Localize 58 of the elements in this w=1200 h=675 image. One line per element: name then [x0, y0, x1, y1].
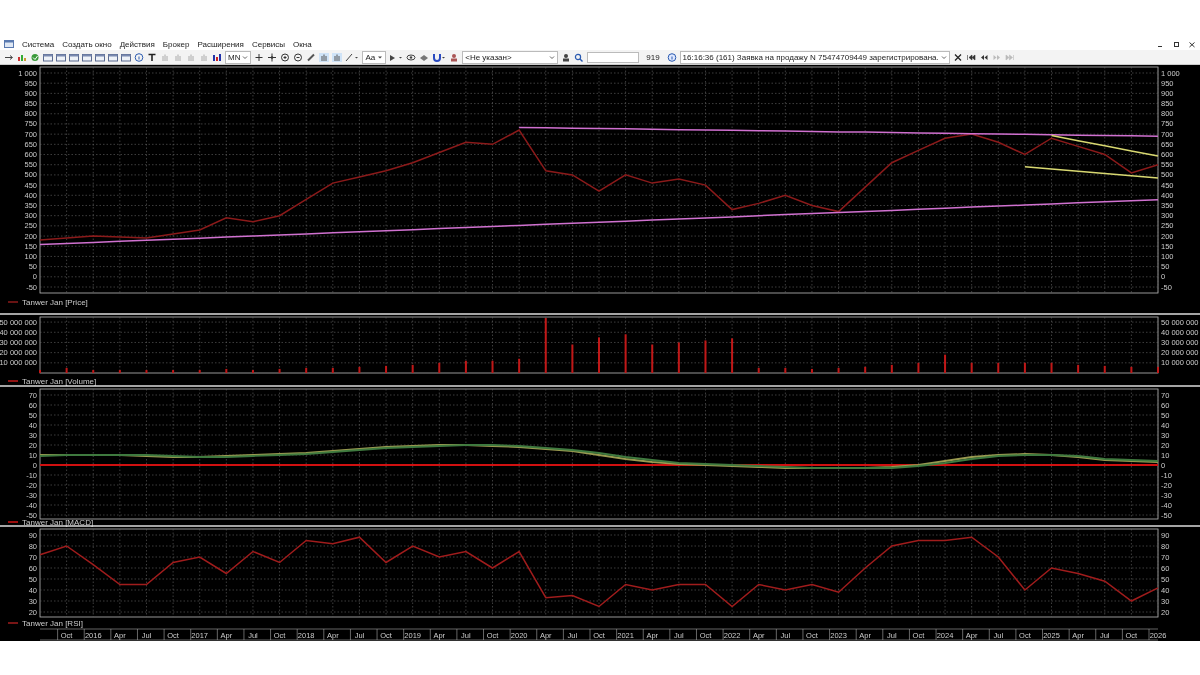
window-icon[interactable]: [43, 52, 53, 62]
interval-dropdown[interactable]: MN: [225, 50, 252, 64]
eye-icon[interactable]: [406, 52, 417, 62]
window-icon[interactable]: [108, 52, 118, 62]
menu-item[interactable]: Брокер: [162, 38, 190, 50]
caret-icon: [549, 54, 556, 60]
panel-title: Tanwer Jan [RSI]: [22, 619, 83, 628]
panel-title: Tanwer Jan [Price]: [22, 298, 88, 307]
caret-icon: [940, 54, 947, 60]
zoom-out-icon[interactable]: [293, 52, 304, 62]
person-icon[interactable]: [561, 52, 572, 62]
window-icon[interactable]: [121, 52, 131, 62]
fill-icon[interactable]: [389, 52, 404, 62]
search-field[interactable]: [587, 51, 640, 63]
close-button[interactable]: [1188, 40, 1196, 48]
chart-icon[interactable]: [17, 52, 27, 62]
window-icon[interactable]: [82, 52, 92, 62]
panel-title: Tanwer Jan [MACD]: [22, 518, 94, 527]
panel-title: Tanwer Jan [Volume]: [22, 377, 97, 386]
crosshair-icon[interactable]: [254, 52, 265, 62]
menu-item[interactable]: Создать окно: [62, 38, 112, 50]
layers-icon[interactable]: [419, 52, 430, 62]
menu-item[interactable]: Сервисы: [251, 38, 286, 50]
legend-line-icon: [7, 622, 19, 624]
account-dropdown[interactable]: <Не указан>: [462, 50, 559, 64]
info-icon: [666, 52, 677, 62]
close-icon[interactable]: [952, 52, 963, 62]
menu-item[interactable]: Окна: [293, 38, 312, 50]
info-icon[interactable]: [134, 52, 144, 62]
legend-line-icon: [7, 380, 19, 382]
previous-icon[interactable]: [978, 52, 989, 62]
menu-item[interactable]: Система: [22, 38, 55, 50]
menu-item[interactable]: Действия: [119, 38, 155, 50]
caret-icon: [242, 54, 249, 60]
text-icon[interactable]: [147, 52, 157, 62]
message-dropdown[interactable]: 16:16:36 (161) Заявка на продажу N 75474709449 зарегистрирована.: [679, 50, 950, 64]
ruler-icon[interactable]: [306, 52, 317, 62]
caret-icon: [377, 54, 384, 60]
legend-line-icon: [7, 521, 19, 523]
bar-chart-icon[interactable]: [212, 52, 222, 62]
window-icon[interactable]: [95, 52, 105, 62]
menu-item[interactable]: Расширения: [197, 38, 244, 50]
zoom-in-icon[interactable]: [280, 52, 291, 62]
line-tool-icon[interactable]: [345, 52, 360, 62]
font-dropdown[interactable]: Aa: [362, 50, 387, 64]
search-icon[interactable]: [574, 52, 585, 62]
message-counter: 919: [645, 51, 661, 63]
window-icon[interactable]: [69, 52, 79, 62]
refresh-icon[interactable]: [30, 52, 40, 62]
legend-line-icon: [7, 301, 19, 303]
restore-button[interactable]: [1172, 40, 1180, 48]
magnet-icon[interactable]: [432, 52, 447, 62]
person-icon[interactable]: [449, 52, 460, 62]
arrow-icon[interactable]: [4, 52, 14, 62]
move-icon[interactable]: [267, 52, 278, 62]
first-icon[interactable]: [965, 52, 976, 62]
window-icon[interactable]: [56, 52, 66, 62]
window-icon: [4, 40, 14, 48]
